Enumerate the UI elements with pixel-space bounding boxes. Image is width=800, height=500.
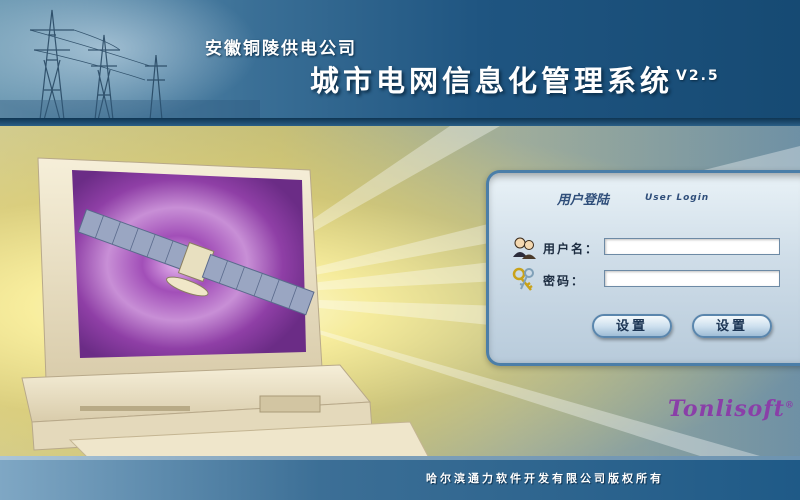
company-name: 安徽铜陵供电公司 (205, 39, 357, 59)
logo-text: Tonlisoft (668, 396, 785, 422)
computer-illustration (21, 157, 430, 460)
header-banner: 安徽铜陵供电公司 城市电网信息化管理系统 V2.5 (0, 0, 800, 122)
registered-mark: ® (784, 400, 795, 411)
header-divider (0, 118, 800, 126)
password-label: 密码： (543, 274, 586, 288)
tonlisoft-logo: Tonlisoft® (668, 396, 795, 422)
system-title: 城市电网信息化管理系统 (310, 64, 674, 98)
power-tower-icon (0, 9, 260, 122)
login-panel: 用户登陆 User Login 用户名： 密码： 设置 设置 (486, 170, 800, 366)
settings-button-right[interactable]: 设置 (692, 314, 772, 338)
username-label: 用户名： (543, 242, 600, 256)
login-title: 用户登陆 (557, 193, 610, 208)
settings-button-left[interactable]: 设置 (592, 314, 672, 338)
username-row: 用户名： (511, 237, 781, 261)
password-input[interactable] (604, 270, 780, 287)
login-title-english: User Login (645, 193, 710, 203)
footer-bar (0, 456, 800, 500)
login-screen: 安徽铜陵供电公司 城市电网信息化管理系统 V2.5 用户登陆 User Logi… (0, 0, 800, 500)
password-row: 密码： (511, 267, 781, 293)
copyright-text: 哈尔滨通力软件开发有限公司版权所有 (426, 472, 664, 485)
keys-icon (512, 267, 534, 291)
users-icon (513, 237, 536, 259)
version-label: V2.5 (676, 68, 720, 84)
username-input[interactable] (604, 238, 780, 255)
